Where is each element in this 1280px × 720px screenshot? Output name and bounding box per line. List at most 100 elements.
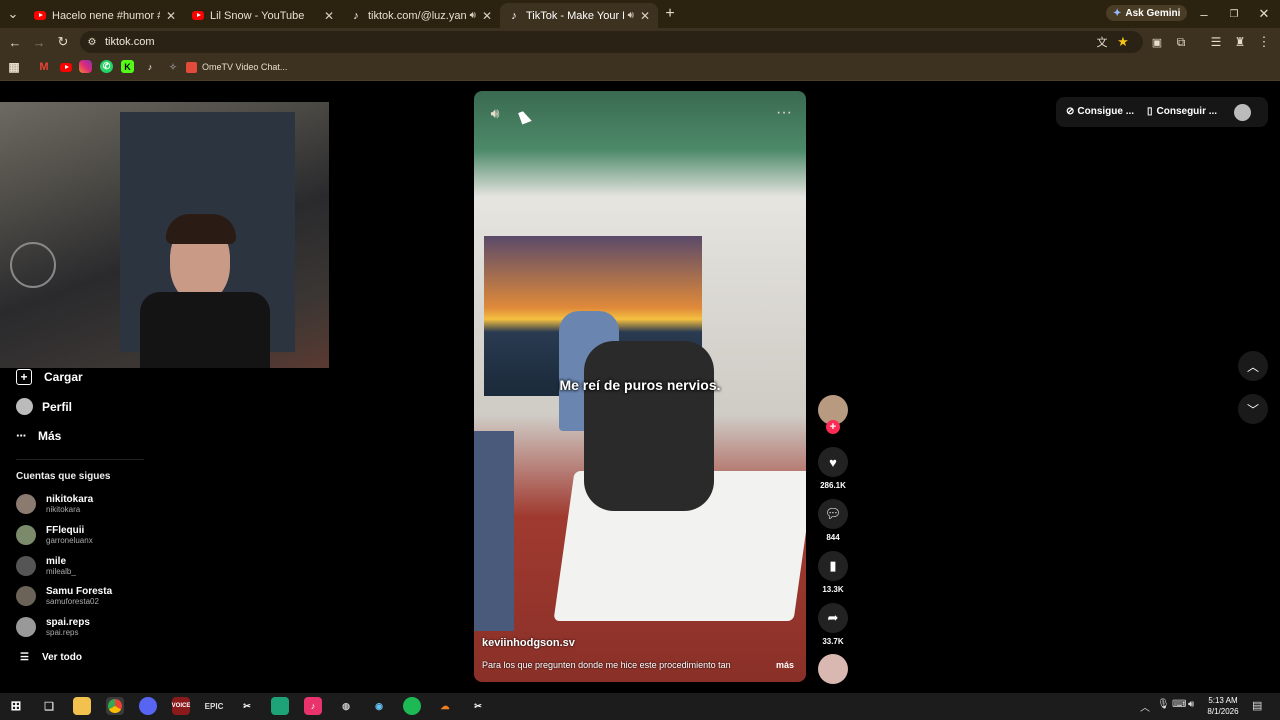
bookmark-star-icon[interactable]: ★ — [1113, 32, 1133, 52]
spotify-icon[interactable] — [403, 697, 421, 715]
notifications-icon[interactable]: ▤ — [1252, 699, 1262, 712]
tiktok-bookmark-icon[interactable]: ♪ — [142, 59, 158, 75]
task-view-icon[interactable]: ❏ — [40, 697, 58, 715]
sidebar-account-spai-reps[interactable]: spai.reps spai.reps — [16, 617, 90, 637]
window-close-button[interactable]: ✕ — [1254, 4, 1274, 24]
get-app-button[interactable]: ▯ Conseguir ... — [1147, 106, 1217, 117]
epic-games-icon[interactable]: EPIC — [205, 697, 224, 715]
ask-gemini-button[interactable]: ✦ Ask Gemini — [1106, 5, 1188, 21]
description-more-link[interactable]: más — [776, 660, 794, 670]
comment-button[interactable]: 💬︎ 844 — [818, 499, 848, 542]
speaker-icon[interactable]: 🔊︎ — [470, 10, 476, 21]
see-all-link[interactable]: ☰ Ver todo — [20, 652, 82, 663]
kick-icon[interactable]: K — [121, 60, 134, 73]
globe-icon[interactable]: ◍ — [337, 697, 355, 715]
whatsapp-icon[interactable]: ✆ — [100, 60, 113, 73]
sidebar-item-more[interactable]: ··· Más — [16, 428, 61, 443]
volume-icon[interactable]: 🔊︎ — [485, 103, 505, 123]
more-icon: ··· — [16, 428, 27, 443]
instagram-icon[interactable] — [79, 60, 92, 73]
avatar — [16, 525, 36, 545]
gmail-icon[interactable]: M — [36, 59, 52, 75]
video-more-icon[interactable]: ··· — [774, 103, 794, 123]
address-bar[interactable] — [80, 31, 1143, 53]
browser-menu-icon[interactable]: ⋮ — [1254, 32, 1274, 52]
forward-button[interactable]: → — [29, 32, 49, 52]
system-clock[interactable]: 5:13 AM 8/1/2026 — [1200, 695, 1246, 717]
share-icon: ➦ — [818, 603, 848, 633]
share-button[interactable]: ➦ 33.7K — [818, 603, 848, 646]
capcut-icon[interactable]: ✂ — [238, 697, 256, 715]
gemini-sparkle-icon: ✦ — [1113, 7, 1122, 19]
extensions-puzzle-icon[interactable]: ⧉ — [1171, 32, 1191, 52]
tab-hacelo-nene[interactable]: Hacelo nene #humor #memes ✕ — [26, 3, 184, 28]
follow-button[interactable]: + — [826, 420, 840, 434]
tab-tiktok-make-your-day[interactable]: ♪ TikTok - Make Your Day 🔊︎ ✕ — [500, 3, 658, 28]
chair — [474, 431, 514, 631]
tab-lil-snow[interactable]: Lil Snow - YouTube ✕ — [184, 3, 342, 28]
bookmark-icon[interactable]: ✧ — [165, 59, 181, 75]
tiktok-icon: ♪ — [353, 9, 359, 22]
next-video-button[interactable]: ﹀ — [1238, 394, 1268, 424]
tray-chevron-icon[interactable]: ︿ — [1140, 699, 1150, 714]
address-text[interactable]: tiktok.com — [105, 36, 155, 48]
sidebar-item-profile[interactable]: Perfil — [16, 398, 72, 415]
back-button[interactable]: ← — [5, 32, 25, 52]
profile-icon[interactable]: ♜ — [1230, 32, 1250, 52]
like-button[interactable]: ♥ 286.1K — [818, 447, 848, 490]
youtube-icon — [192, 10, 204, 22]
microphone-icon[interactable]: 🎙︎ — [1157, 699, 1170, 710]
minimize-button[interactable]: – — [1194, 4, 1214, 24]
close-icon[interactable]: ✕ — [640, 9, 650, 23]
windows-taskbar — [0, 693, 1280, 720]
file-explorer-icon[interactable] — [73, 697, 91, 715]
person-on-table — [584, 341, 714, 511]
chrome-icon[interactable] — [106, 697, 124, 715]
user-avatar[interactable] — [1234, 104, 1251, 121]
list-icon: ☰ — [20, 652, 29, 663]
previous-video-button[interactable]: ︿ — [1238, 351, 1268, 381]
avatar — [16, 556, 36, 576]
speaker-icon[interactable]: 🔊︎ — [628, 10, 634, 21]
sidebar-account-nikitokara[interactable]: nikitokara nikitokara — [16, 494, 93, 514]
site-info-icon[interactable]: ⚙︎ — [82, 32, 102, 52]
tab-luz-yancovich[interactable]: ♪ tiktok.com/@luz.yancovich 🔊︎ ✕ — [342, 3, 500, 28]
chevron-up-icon: ︿ — [1246, 359, 1259, 374]
video-caption: Me reí de puros nervios. — [559, 377, 721, 393]
close-icon[interactable]: ✕ — [324, 9, 334, 23]
tiktok-taskbar-icon[interactable]: ♪ — [304, 697, 322, 715]
discord-icon[interactable] — [139, 697, 157, 715]
youtube-bookmark-icon[interactable] — [58, 59, 74, 75]
new-tab-button[interactable]: + — [660, 4, 680, 24]
tiktok-icon: ♪ — [511, 9, 517, 22]
voicemod-icon[interactable]: VOICE — [172, 697, 190, 715]
music-disc[interactable] — [818, 654, 848, 684]
maximize-button[interactable]: ❐ — [1224, 4, 1244, 24]
steam-icon[interactable]: ◉ — [370, 697, 388, 715]
capcut-icon-2[interactable]: ✂ — [469, 697, 487, 715]
translate-icon[interactable]: 文 — [1092, 32, 1112, 52]
apps-grid-icon[interactable]: ▦ — [6, 59, 22, 75]
sidebar-account-samu-foresta[interactable]: Samu Foresta samuforesta02 — [16, 586, 112, 606]
video-author[interactable]: keviinhodgson.sv — [482, 637, 575, 649]
tab-search-icon[interactable]: ⌄ — [3, 4, 23, 24]
close-icon[interactable]: ✕ — [166, 9, 176, 23]
app-icon[interactable] — [271, 697, 289, 715]
network-icon[interactable]: ⌨ — [1172, 699, 1186, 710]
extension-icon[interactable]: ▣ — [1147, 32, 1167, 52]
bookmark-icon: ▮ — [818, 551, 848, 581]
save-button[interactable]: ▮ 13.3K — [818, 551, 848, 594]
sidebar-account-fflequii[interactable]: FFlequii garroneluanx — [16, 525, 93, 545]
reload-button[interactable]: ↻ — [53, 32, 73, 52]
bookmark-ometv[interactable]: OmeTV Video Chat... — [186, 60, 287, 74]
get-coins-button[interactable]: ⊘ Consigue ... — [1066, 106, 1134, 117]
sidebar-item-upload[interactable]: + Cargar — [16, 369, 83, 385]
close-icon[interactable]: ✕ — [482, 9, 492, 23]
volume-tray-icon[interactable]: 🔊︎ — [1188, 699, 1194, 710]
cloudflare-icon[interactable]: ☁ — [436, 697, 454, 715]
comment-icon: 💬︎ — [818, 499, 848, 529]
person-shirt — [140, 292, 270, 368]
windows-start-icon[interactable]: ⊞ — [7, 697, 25, 715]
sidebar-account-mile[interactable]: mile milealb_ — [16, 556, 76, 576]
media-control-icon[interactable]: ☰ — [1206, 32, 1226, 52]
